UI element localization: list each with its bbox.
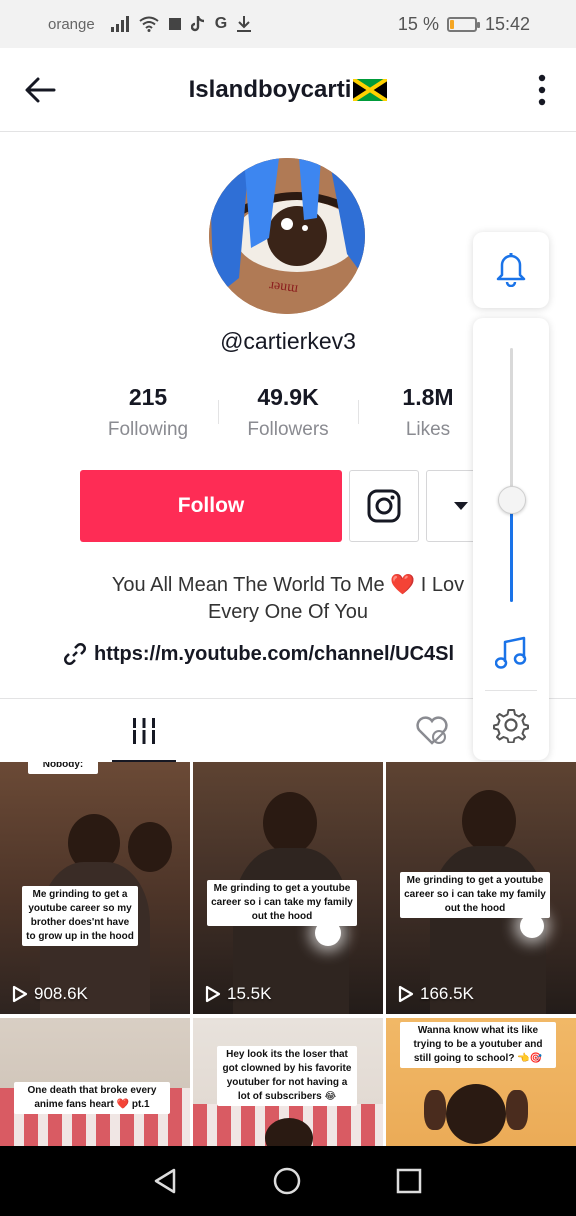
clock: 15:42: [484, 13, 530, 34]
profile-header: Islandboycarti: [0, 48, 576, 132]
volume-divider: [485, 690, 537, 691]
following-count: 215: [128, 384, 168, 410]
bell-icon: [496, 253, 526, 287]
video-caption: Me grinding to get a youtube career so m…: [22, 886, 138, 946]
tiktok-notification-icon: [190, 16, 204, 32]
hidden-heart-icon: [416, 716, 448, 745]
video-caption: Me grinding to get a youtube career so i…: [207, 880, 357, 926]
video-thumbnail-4[interactable]: One death that broke every anime fans he…: [0, 1018, 190, 1146]
video-grid: Nobody: Me grinding to get a youtube car…: [0, 762, 576, 1146]
nav-recents-button[interactable]: [392, 1164, 426, 1198]
circle-home-icon: [273, 1167, 301, 1195]
tab-liked[interactable]: [400, 699, 464, 763]
view-count: 908.6K: [12, 984, 88, 1004]
download-icon: [237, 16, 252, 32]
battery-percent: 15 %: [397, 13, 439, 34]
nav-back-button[interactable]: [148, 1164, 182, 1198]
stat-followers[interactable]: 49.9K Followers: [218, 384, 358, 441]
status-bar: orange G 15 % 15:42: [0, 0, 576, 48]
play-icon: [205, 985, 221, 1003]
google-icon: G: [214, 15, 228, 32]
bio-text-line1-end: I Lov: [420, 574, 465, 596]
grid-icon: [132, 718, 156, 744]
followers-label: Followers: [247, 419, 329, 440]
caret-down-icon: [454, 502, 468, 510]
square-recents-icon: [396, 1168, 422, 1194]
video-thumbnail-6[interactable]: Wanna know what its like trying to be a …: [386, 1018, 576, 1146]
ringtone-panel[interactable]: [473, 232, 549, 308]
page-title-text: Islandboycarti: [188, 75, 352, 103]
wifi-icon: [139, 16, 159, 32]
volume-panel: [473, 318, 549, 760]
play-icon: [398, 985, 414, 1003]
profile-stats: 215 Following 49.9K Followers 1.8M Likes: [80, 384, 500, 444]
following-label: Following: [107, 419, 189, 440]
bio-link-text: https://m.youtube.com/channel/UC4Sl: [94, 642, 455, 665]
tab-videos[interactable]: [112, 699, 176, 763]
volume-slider[interactable]: [510, 348, 513, 602]
heart-emoji-icon: ❤️: [390, 574, 416, 596]
video-thumbnail-3[interactable]: Me grinding to get a youtube career so i…: [386, 762, 576, 1014]
triangle-back-icon: [154, 1168, 176, 1194]
avatar[interactable]: ɹǝuɯ: [209, 158, 365, 314]
gear-icon[interactable]: [493, 707, 529, 743]
view-count-text: 166.5K: [420, 984, 474, 1003]
video-thumbnail-5[interactable]: Hey look its the loser that got clowned …: [193, 1018, 383, 1146]
bio: You All Mean The World To Me ❤️ I Lov Ev…: [60, 572, 516, 626]
follow-button[interactable]: Follow: [80, 470, 342, 542]
instagram-icon: [367, 489, 401, 523]
jamaica-flag-icon: [353, 78, 388, 101]
volume-thumb[interactable]: [498, 486, 526, 515]
page-title: Islandboycarti: [189, 76, 388, 104]
view-count: 166.5K: [398, 984, 474, 1004]
bio-text-line2: Every One Of You: [207, 601, 369, 623]
video-caption: One death that broke every anime fans he…: [14, 1082, 170, 1114]
nav-home-button[interactable]: [270, 1164, 304, 1198]
view-count-text: 908.6K: [34, 984, 88, 1003]
view-count: 15.5K: [205, 984, 271, 1004]
stat-following[interactable]: 215 Following: [78, 384, 218, 441]
avatar-image: ɹǝuɯ: [209, 158, 365, 314]
signal-icon: [110, 16, 129, 32]
link-icon: [64, 643, 86, 665]
video-caption: Me grinding to get a youtube career so i…: [400, 872, 550, 918]
system-nav-bar: [0, 1146, 576, 1216]
volume-fill: [510, 500, 513, 602]
bio-text-line1: You All Mean The World To Me: [111, 574, 385, 596]
video-top-text: Nobody:: [28, 762, 98, 774]
carrier-label: orange: [48, 15, 95, 33]
arrow-left-icon[interactable]: [22, 72, 58, 108]
video-thumbnail-1[interactable]: Nobody: Me grinding to get a youtube car…: [0, 762, 190, 1014]
instagram-button[interactable]: [349, 470, 419, 542]
play-icon: [12, 985, 28, 1003]
more-vertical-icon[interactable]: [538, 74, 546, 106]
bio-link[interactable]: https://m.youtube.com/channel/UC4Sl: [64, 640, 494, 668]
notification-square-icon: [168, 18, 181, 30]
view-count-text: 15.5K: [227, 984, 272, 1003]
music-note-icon[interactable]: [495, 636, 527, 670]
video-caption: Hey look its the loser that got clowned …: [217, 1046, 357, 1106]
video-thumbnail-2[interactable]: Me grinding to get a youtube career so i…: [193, 762, 383, 1014]
followers-count: 49.9K: [257, 384, 319, 410]
battery-icon: [446, 16, 480, 32]
video-caption: Wanna know what its like trying to be a …: [400, 1022, 556, 1068]
